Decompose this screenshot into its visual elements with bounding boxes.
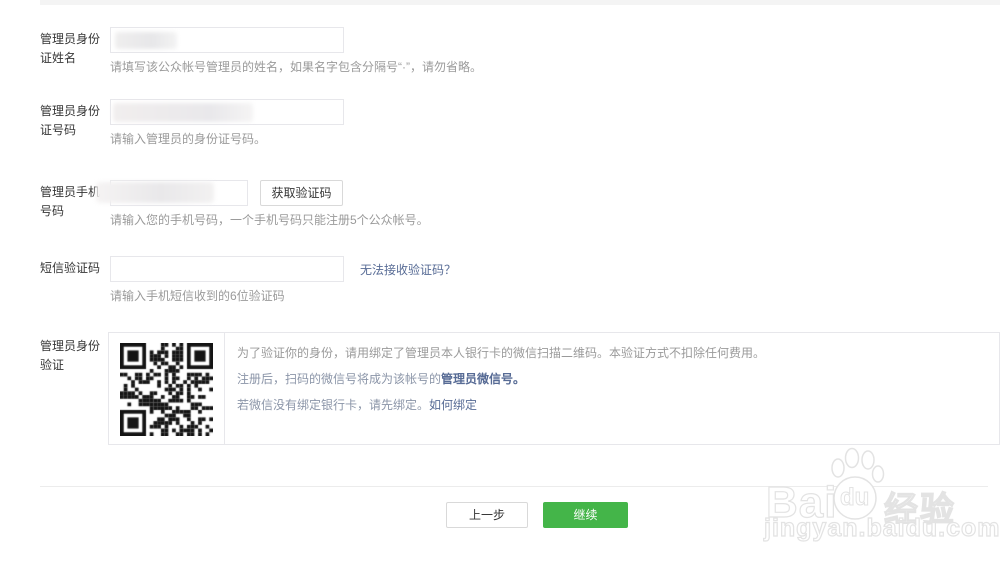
previous-step-button[interactable]: 上一步 (446, 502, 528, 528)
sms-code-help: 请输入手机短信收到的6位验证码 (110, 287, 285, 304)
sms-code-input[interactable] (110, 256, 344, 282)
admin-identity-verify-label: 管理员身份验证 (40, 337, 104, 375)
get-verification-code-button[interactable]: 获取验证码 (260, 180, 343, 206)
admin-idcard-name-help: 请填写该公众帐号管理员的姓名，如果名字包含分隔号“·”，请勿省略。 (110, 58, 482, 75)
admin-idcard-number-help: 请输入管理员的身份证号码。 (110, 130, 266, 147)
admin-phone-help: 请输入您的手机号码，一个手机号码只能注册5个公众帐号。 (110, 211, 429, 228)
sms-code-label: 短信验证码 (40, 259, 104, 278)
wechat-mp-admin-registration-form: 管理员身份证姓名 请填写该公众帐号管理员的姓名，如果名字包含分隔号“·”，请勿省… (0, 0, 1000, 565)
admin-idcard-number-label: 管理员身份证号码 (40, 102, 104, 140)
watermark-jingyan-cn: 经验 (884, 482, 956, 531)
how-to-bind-link[interactable]: 如何绑定 (429, 398, 477, 412)
identity-verify-panel: 为了验证你的身份，请用绑定了管理员本人银行卡的微信扫描二维码。本验证方式不扣除任… (108, 332, 1000, 445)
admin-phone-label: 管理员手机号码 (40, 183, 104, 221)
verify-line-2: 注册后，扫码的微信号将成为该帐号的管理员微信号。 (237, 373, 999, 385)
verify-line-2-text: 注册后，扫码的微信号将成为该帐号的 (237, 372, 441, 386)
continue-button[interactable]: 继续 (543, 502, 628, 528)
watermark-url: jingyan.baidu.com (764, 514, 1000, 543)
verify-instructions: 为了验证你的身份，请用绑定了管理员本人银行卡的微信扫描二维码。本验证方式不扣除任… (225, 333, 999, 444)
admin-wechat-id-emphasis: 管理员微信号。 (441, 372, 525, 386)
top-divider (40, 0, 1000, 5)
admin-idcard-name-input[interactable] (110, 27, 344, 53)
verify-line-3: 若微信没有绑定银行卡，请先绑定。如何绑定 (237, 399, 999, 411)
footer-divider (40, 486, 988, 487)
redacted-phone-value (96, 182, 214, 203)
verify-line-1: 为了验证你的身份，请用绑定了管理员本人银行卡的微信扫描二维码。本验证方式不扣除任… (237, 347, 999, 359)
redacted-idnumber-value (113, 103, 253, 122)
admin-idcard-number-input[interactable] (110, 99, 344, 125)
cannot-receive-code-link[interactable]: 无法接收验证码？ (360, 261, 456, 278)
baidu-paw-icon (824, 446, 886, 522)
verify-line-3-text: 若微信没有绑定银行卡，请先绑定。 (237, 398, 429, 412)
redacted-name-value (115, 32, 177, 49)
qr-pane (109, 333, 225, 444)
qr-code (120, 343, 213, 436)
admin-idcard-name-label: 管理员身份证姓名 (40, 30, 104, 68)
watermark-baidu-du: du (840, 484, 869, 512)
